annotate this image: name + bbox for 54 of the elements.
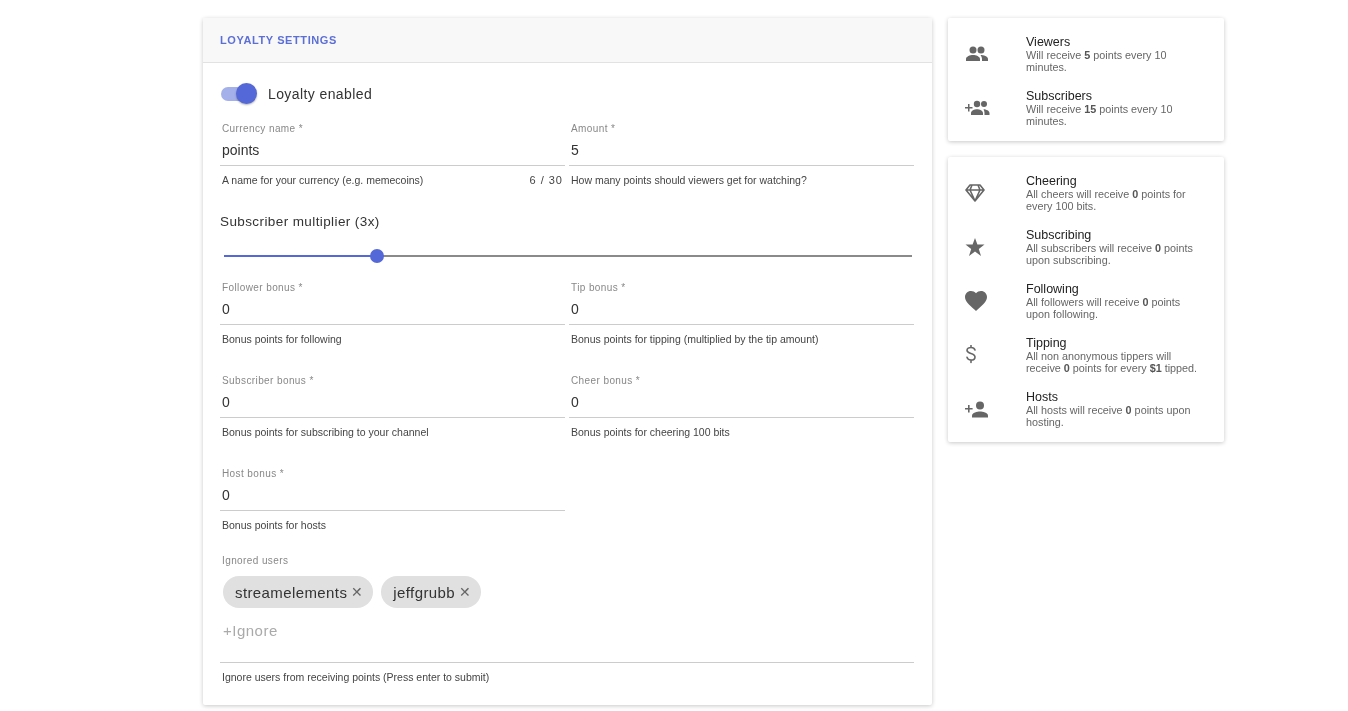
item-description: All cheers will receive 0 points for every 100 bits. bbox=[1026, 188, 1187, 212]
text-field[interactable]: points bbox=[220, 134, 565, 166]
number-field[interactable]: 0 bbox=[220, 386, 565, 418]
field-label: Follower bonus * bbox=[221, 282, 304, 293]
field-hint: Bonus points for tipping (multiplied by the tip amount) bbox=[571, 333, 819, 347]
item-title: Following bbox=[1026, 282, 1080, 296]
field-hint: Bonus points for hosts bbox=[222, 519, 326, 533]
field-label: Tip bonus * bbox=[570, 282, 627, 293]
slider-thumb[interactable] bbox=[369, 249, 384, 263]
item-title: Hosts bbox=[1026, 390, 1059, 404]
field-label: Cheer bonus * bbox=[570, 375, 642, 386]
field-hint: Bonus points for subscribing to your channel bbox=[222, 426, 429, 440]
field-label: Amount * bbox=[570, 123, 617, 134]
field-label: Ignored users bbox=[221, 555, 290, 566]
item-description: All hosts will receive 0 points upon hosting. bbox=[1026, 404, 1192, 428]
item-description: All non anonymous tippers will receive 0 points for every $1 tipped. bbox=[1026, 350, 1199, 374]
toggle-switch[interactable] bbox=[220, 82, 258, 106]
item-description: Will receive 15 points every 10 minutes. bbox=[1026, 103, 1174, 127]
multiplier-slider[interactable] bbox=[224, 248, 912, 264]
field-hint: Bonus points for following bbox=[222, 333, 342, 347]
field-label: Currency name * bbox=[221, 123, 305, 134]
chip-label: streamelements bbox=[235, 583, 348, 601]
slider-label: Subscriber multiplier (3x) bbox=[220, 214, 381, 229]
number-field[interactable]: 0 bbox=[569, 293, 914, 325]
person-add-icon bbox=[965, 400, 989, 418]
number-field[interactable]: 0 bbox=[220, 479, 565, 511]
heart-icon bbox=[965, 291, 987, 311]
toggle-label: Loyalty enabled bbox=[268, 86, 373, 102]
number-field[interactable]: 0 bbox=[569, 386, 914, 418]
field-hint: Ignore users from receiving points (Press enter to submit) bbox=[222, 671, 490, 685]
card-title: LOYALTY SETTINGS bbox=[220, 34, 337, 46]
item-description: All subscribers will receive 0 points upon subscribing. bbox=[1026, 242, 1194, 266]
field-hint: How many points should viewers get for watching? bbox=[571, 174, 807, 188]
item-title: Cheering bbox=[1026, 174, 1078, 188]
item-description: Will receive 5 points every 10 minutes. bbox=[1026, 49, 1168, 73]
field-hint: A name for your currency (e.g. memecoins) bbox=[222, 174, 424, 188]
group-add-icon bbox=[965, 100, 990, 116]
diamond-icon bbox=[965, 184, 985, 202]
item-title: Tipping bbox=[1026, 336, 1068, 350]
item-title: Viewers bbox=[1026, 35, 1072, 49]
item-title: Subscribing bbox=[1026, 228, 1093, 242]
star-icon bbox=[965, 237, 985, 257]
ignore-input[interactable]: +Ignore bbox=[220, 608, 914, 662]
character-counter: 6 / 30 bbox=[529, 174, 563, 188]
text-field[interactable]: 5 bbox=[569, 134, 914, 166]
field-hint: Bonus points for cheering 100 bits bbox=[571, 426, 730, 440]
chip-label: jeffgrubb bbox=[393, 583, 455, 601]
item-title: Subscribers bbox=[1026, 89, 1093, 103]
dollar-icon bbox=[965, 345, 977, 365]
group-icon bbox=[965, 46, 989, 62]
number-field[interactable]: 0 bbox=[220, 293, 565, 325]
item-description: All followers will receive 0 points upon following. bbox=[1026, 296, 1182, 320]
field-label: Subscriber bonus * bbox=[221, 375, 315, 386]
field-label: Host bonus * bbox=[221, 468, 286, 479]
